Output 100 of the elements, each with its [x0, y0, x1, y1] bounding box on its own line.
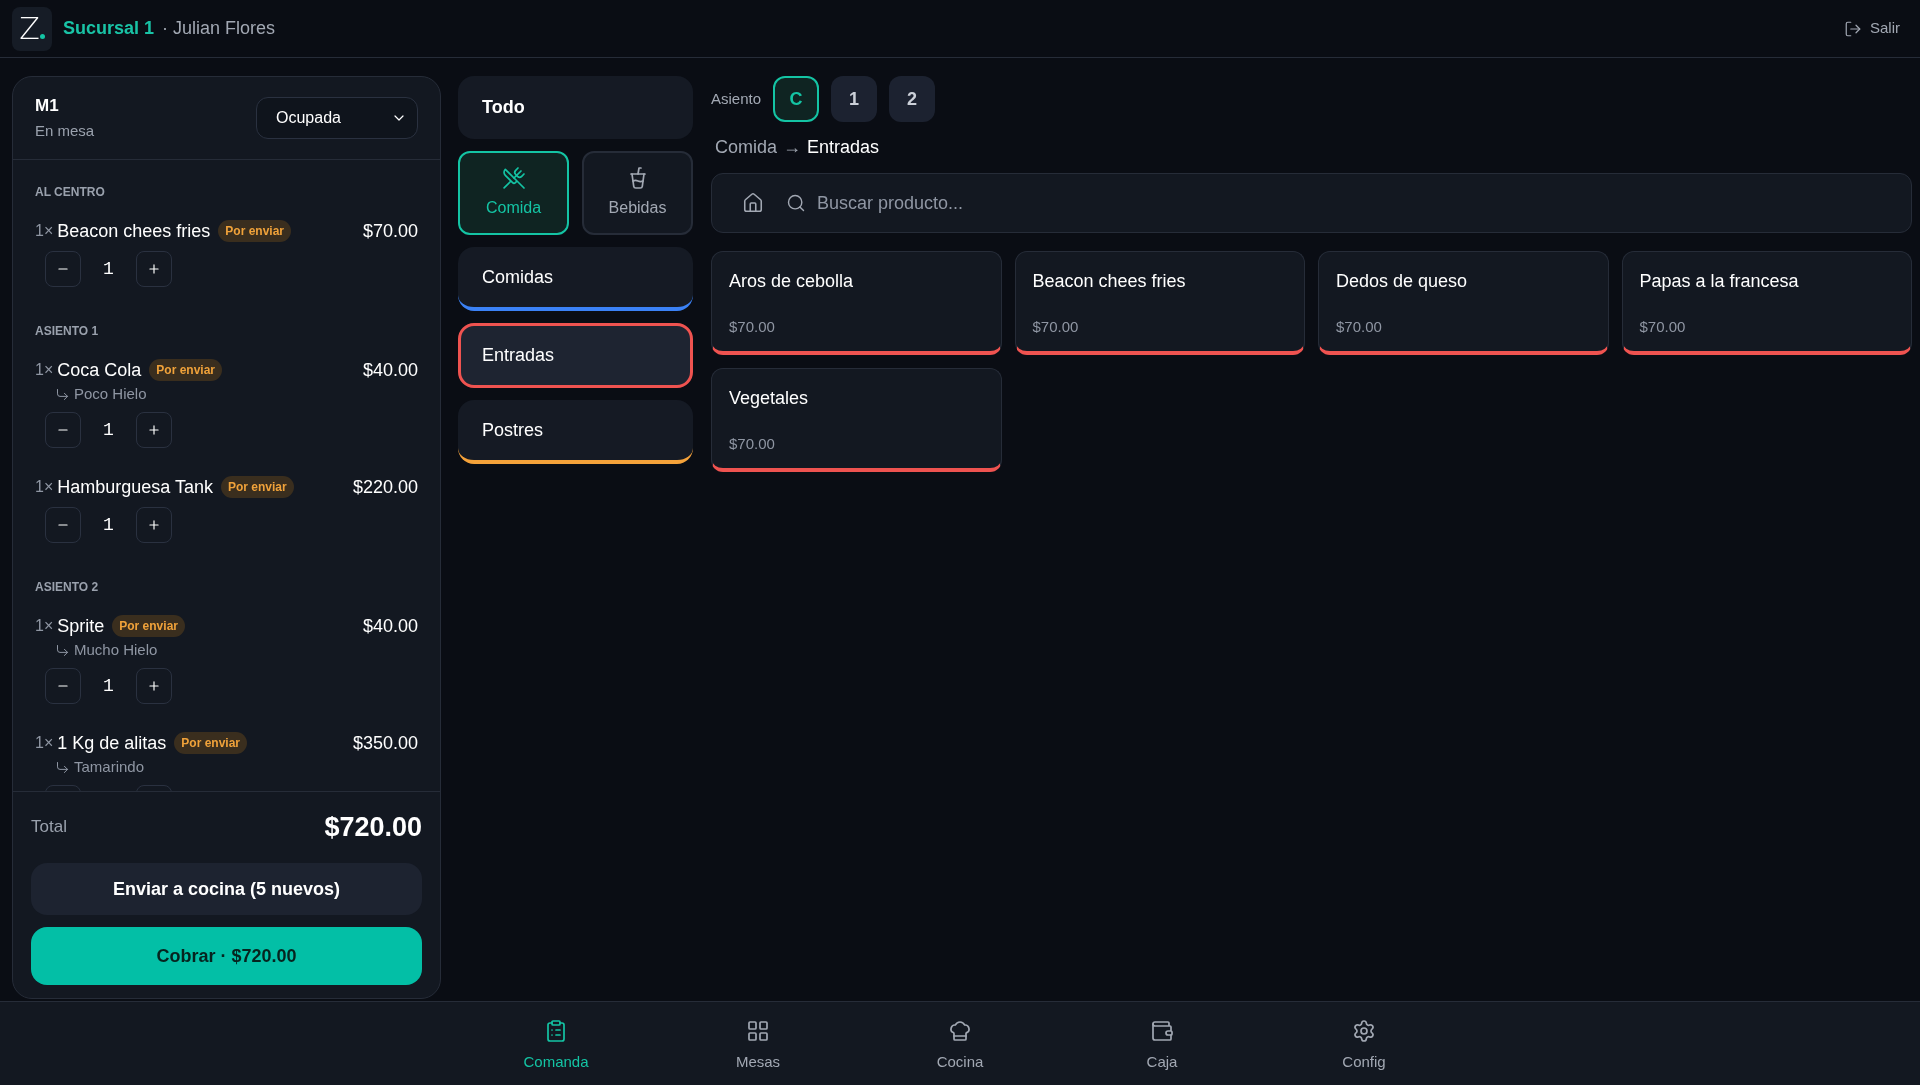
status-badge: Por enviar — [112, 615, 185, 637]
product-price: $70.00 — [1032, 316, 1079, 337]
quantity-value: 1 — [103, 257, 114, 281]
logout-icon — [1844, 19, 1862, 38]
decrement-button[interactable] — [45, 251, 81, 287]
seat-button[interactable]: C — [773, 76, 820, 122]
breadcrumb-parent[interactable]: Comida — [715, 133, 778, 161]
increment-button[interactable] — [136, 412, 172, 448]
chef-hat-icon — [948, 1019, 972, 1043]
seat-button[interactable]: 2 — [889, 76, 936, 122]
product-name: Beacon chees fries — [1032, 270, 1186, 293]
product-price: $70.00 — [1336, 316, 1382, 337]
product-name: Vegetales — [729, 387, 809, 410]
subcategory-button[interactable]: Comidas — [458, 247, 693, 311]
increment-button[interactable] — [136, 668, 172, 704]
product-name: Aros de cebolla — [729, 270, 854, 293]
seat-button[interactable]: 1 — [831, 76, 878, 122]
category-group-tile[interactable]: Comida — [458, 151, 569, 235]
product-card[interactable]: Dedos de queso $70.00 — [1318, 251, 1609, 355]
item-price: $220.00 — [352, 475, 418, 499]
product-card[interactable]: Aros de cebolla $70.00 — [711, 251, 1002, 355]
decrement-button[interactable] — [45, 507, 81, 543]
clipboard-icon — [544, 1019, 568, 1043]
product-card[interactable]: Papas a la francesa $70.00 — [1621, 251, 1912, 355]
home-icon[interactable] — [742, 192, 764, 214]
subcategory-button[interactable]: Postres — [458, 400, 693, 464]
quantity-value: 1 — [103, 674, 114, 698]
item-quantity-prefix: 1× — [35, 477, 54, 497]
product-name: Dedos de queso — [1336, 270, 1468, 293]
item-note: Mucho Hielo — [74, 639, 158, 660]
logout-button[interactable]: Salir — [1844, 17, 1900, 40]
corner-arrow-icon — [55, 759, 70, 775]
status-badge: Por enviar — [221, 476, 294, 498]
user-name: · Julian Flores — [162, 17, 276, 40]
item-price: $40.00 — [362, 614, 418, 638]
subcategory-button[interactable]: Entradas — [458, 323, 693, 388]
status-badge: Por enviar — [218, 220, 292, 242]
seat-label: Asiento — [711, 88, 762, 109]
breadcrumb-separator: → — [783, 135, 802, 159]
item-name: Hamburguesa Tank — [57, 475, 213, 499]
product-price: $70.00 — [729, 316, 775, 337]
nav-tab[interactable]: Mesas — [657, 1002, 859, 1085]
plus-icon — [147, 518, 161, 532]
quantity-value: 1 — [103, 418, 114, 442]
section-title: AL CENTRO — [35, 185, 106, 199]
product-price: $70.00 — [729, 433, 775, 454]
nav-tab[interactable]: Caja — [1061, 1002, 1263, 1085]
nav-tab[interactable]: Config — [1263, 1002, 1465, 1085]
grid-icon — [746, 1019, 770, 1043]
item-note: Poco Hielo — [74, 383, 147, 404]
item-note: Tamarindo — [74, 756, 145, 777]
plus-icon — [147, 262, 161, 276]
item-price: $350.00 — [352, 731, 418, 755]
search-field[interactable]: Buscar producto... — [711, 173, 1912, 233]
section-title: ASIENTO 2 — [35, 580, 100, 594]
quantity-value: 1 — [103, 513, 114, 537]
send-to-kitchen-button[interactable]: Enviar a cocina (5 nuevos) — [31, 863, 422, 915]
item-name: Sprite — [57, 614, 105, 638]
section-title: ASIENTO 1 — [35, 324, 100, 338]
item-name: 1 Kg de alitas — [57, 731, 167, 755]
logo-letter: Z — [19, 13, 40, 44]
item-price: $40.00 — [362, 358, 418, 382]
decrement-button[interactable] — [45, 412, 81, 448]
increment-button[interactable] — [136, 507, 172, 543]
service-mode: En mesa — [35, 121, 95, 141]
status-badge: Por enviar — [149, 359, 222, 381]
plus-icon — [147, 679, 161, 693]
item-quantity-prefix: 1× — [35, 733, 54, 753]
nav-tab[interactable]: Comanda — [455, 1002, 657, 1085]
utensils-icon — [501, 166, 526, 190]
settings-icon — [1352, 1019, 1376, 1043]
charge-button[interactable]: Cobrar · $720.00 — [31, 927, 422, 985]
status-badge: Por enviar — [174, 732, 248, 754]
item-name: Beacon chees fries — [57, 219, 211, 243]
category-group-tile[interactable]: Bebidas — [582, 151, 693, 235]
search-input[interactable]: Buscar producto... — [817, 183, 1895, 223]
nav-tab[interactable]: Cocina — [859, 1002, 1061, 1085]
product-card[interactable]: Beacon chees fries $70.00 — [1014, 251, 1305, 355]
item-quantity-prefix: 1× — [35, 221, 54, 241]
breadcrumb-current: Entradas — [807, 135, 880, 159]
item-quantity-prefix: 1× — [35, 616, 54, 636]
product-name: Papas a la francesa — [1639, 270, 1799, 293]
plus-icon — [147, 423, 161, 437]
total-amount: $720.00 — [324, 810, 422, 844]
wallet-icon — [1150, 1019, 1174, 1043]
table-name: M1 — [35, 95, 60, 117]
search-icon — [786, 193, 806, 213]
product-price: $70.00 — [1639, 316, 1686, 337]
item-name: Coca Cola — [57, 358, 142, 382]
branch-name: Sucursal 1 — [63, 17, 155, 40]
all-categories-button[interactable]: Todo — [458, 76, 693, 139]
table-status-select[interactable]: Ocupada — [256, 97, 418, 139]
total-label: Total — [31, 816, 67, 839]
corner-arrow-icon — [55, 642, 70, 658]
item-quantity-prefix: 1× — [35, 360, 54, 380]
increment-button[interactable] — [136, 251, 172, 287]
item-price: $70.00 — [362, 219, 418, 243]
product-card[interactable]: Vegetales $70.00 — [711, 368, 1002, 472]
decrement-button[interactable] — [45, 668, 81, 704]
corner-arrow-icon — [55, 386, 70, 402]
